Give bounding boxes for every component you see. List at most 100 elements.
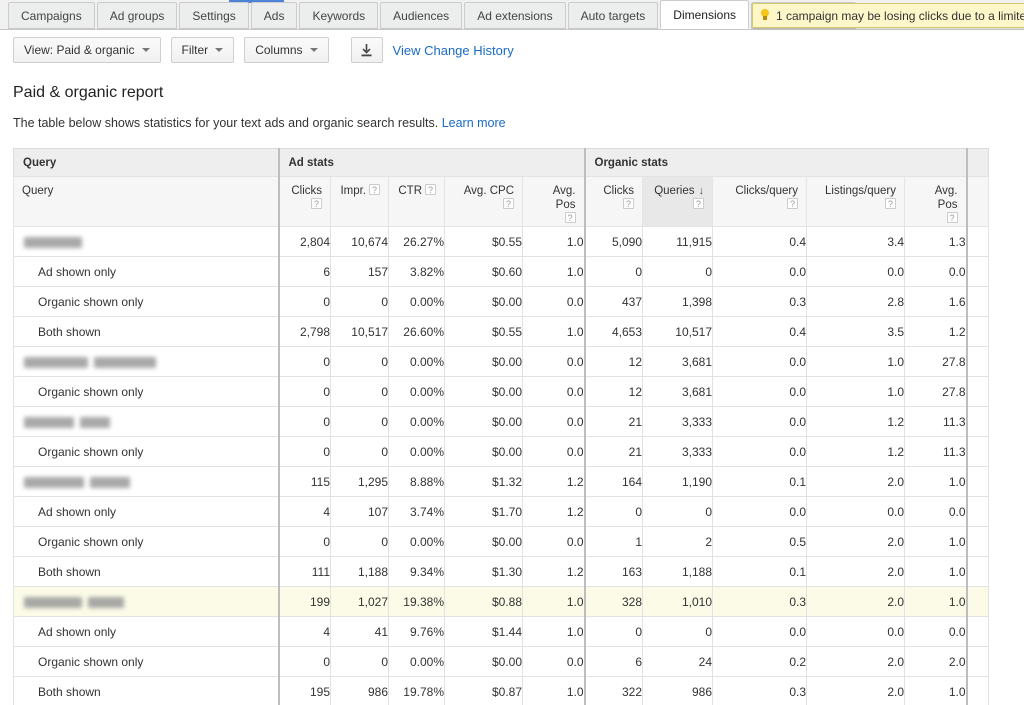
organic-stat-cell: 0.5: [712, 526, 807, 557]
group-header-ad-stats: Ad stats: [277, 148, 585, 177]
table-row[interactable]: 115 1,295 8.88% $1.32 1.2 164 1,190 0.1 2.0 1.0: [13, 466, 989, 497]
column-header-label: Query: [22, 185, 54, 197]
clipped-cell: [965, 256, 989, 287]
organic-stat-cell: 1.0: [904, 676, 967, 705]
table-row[interactable]: Ad shown only 4 41 9.76% $1.44 1.0 0 0 0.0 0.0 0.0: [13, 616, 989, 647]
tab-ad-extensions[interactable]: Ad extensions: [464, 2, 566, 29]
column-header-label: Avg. Pos: [552, 185, 576, 211]
ad-stat-cell: $0.00: [444, 376, 523, 407]
ad-stat-cell: $0.55: [444, 316, 523, 347]
ad-stat-cell: 0: [330, 646, 389, 677]
ad-stat-cell: $0.00: [444, 346, 523, 377]
download-button[interactable]: [350, 37, 383, 63]
chevron-down-icon: [215, 48, 224, 52]
query-cell: Ad shown only: [13, 496, 280, 527]
tab-dimensions[interactable]: Dimensions: [660, 0, 749, 29]
ad-stat-cell: $1.70: [444, 496, 523, 527]
tab-settings[interactable]: Settings: [179, 2, 249, 29]
ad-stat-cell: 111: [277, 556, 331, 587]
ad-stat-cell: 3.74%: [388, 496, 445, 527]
notification-banner[interactable]: 1 campaign may be losing clicks due to a…: [752, 3, 1024, 28]
table-row[interactable]: Both shown 2,798 10,517 26.60% $0.55 1.0 4,653…: [13, 316, 989, 347]
column-header-label: Avg. CPC: [463, 185, 514, 197]
sort-descending-icon[interactable]: ↓: [699, 184, 705, 198]
column-header-avg-pos[interactable]: Avg. Pos?: [522, 176, 585, 227]
organic-stat-cell: 1.2: [904, 316, 967, 347]
organic-stat-cell: 0.0: [712, 616, 807, 647]
table-row[interactable]: Ad shown only 4 107 3.74% $1.70 1.2 0 0 0.0 0.0 0.…: [13, 496, 989, 527]
organic-stat-cell: 1,190: [642, 466, 713, 497]
filter-button[interactable]: Filter: [170, 37, 235, 63]
organic-stat-cell: 4,653: [583, 316, 643, 347]
table-row[interactable]: Both shown 195 986 19.78% $0.87 1.0 322 986 0.3 2…: [13, 676, 989, 705]
table-row[interactable]: Organic shown only 0 0 0.00% $0.00 0.0 437 1,39…: [13, 286, 989, 317]
column-header-clicks-query[interactable]: Clicks/query?: [712, 176, 807, 227]
column-header-clicks[interactable]: Clicks?: [583, 176, 643, 227]
ad-stat-cell: 1.0: [522, 586, 585, 617]
ad-stat-cell: 4: [277, 616, 331, 647]
ad-stat-cell: $0.00: [444, 286, 523, 317]
download-icon: [361, 43, 372, 57]
organic-stat-cell: 2.0: [806, 466, 905, 497]
table-row[interactable]: 0 0 0.00% $0.00 0.0 12 3,681 0.0 1.0 27.8: [13, 346, 989, 377]
group-header-row: Query Ad stats Organic stats: [13, 148, 989, 177]
tab-ad-groups[interactable]: Ad groups: [96, 2, 178, 29]
table-row[interactable]: Organic shown only 0 0 0.00% $0.00 0.0 12 3,681…: [13, 376, 989, 407]
organic-stat-cell: 21: [583, 436, 643, 467]
clipped-cell: [965, 436, 989, 467]
help-icon[interactable]: ?: [564, 212, 576, 223]
column-header-clicks[interactable]: Clicks?: [277, 176, 331, 227]
ad-stat-cell: 10,674: [330, 226, 389, 257]
organic-stat-cell: 3,333: [642, 436, 713, 467]
tab-auto-targets[interactable]: Auto targets: [567, 2, 659, 29]
tab-ads[interactable]: Ads: [250, 2, 298, 29]
tab-keywords[interactable]: Keywords: [299, 2, 379, 29]
organic-stat-cell: 0: [642, 616, 713, 647]
columns-button[interactable]: Columns: [244, 37, 329, 63]
column-header-label: Clicks: [603, 185, 634, 197]
help-icon[interactable]: ?: [311, 198, 322, 209]
tab-audiences[interactable]: Audiences: [380, 2, 463, 29]
column-header-label: Clicks/query: [735, 185, 798, 197]
column-header-query[interactable]: Query: [13, 176, 280, 227]
organic-stat-cell: 0.0: [712, 346, 807, 377]
query-cell: Ad shown only: [13, 256, 280, 287]
ad-stat-cell: $0.00: [444, 406, 523, 437]
help-icon[interactable]: ?: [885, 198, 896, 209]
help-icon[interactable]: ?: [425, 184, 436, 195]
table-row[interactable]: 0 0 0.00% $0.00 0.0 21 3,333 0.0 1.2 11.3: [13, 406, 989, 437]
help-icon[interactable]: ?: [946, 212, 958, 223]
ad-stat-cell: 0: [277, 646, 331, 677]
query-cell: [13, 226, 280, 257]
table-row[interactable]: Organic shown only 0 0 0.00% $0.00 0.0 21 3,333…: [13, 436, 989, 467]
organic-stat-cell: 0.0: [712, 436, 807, 467]
table-row[interactable]: Ad shown only 6 157 3.82% $0.60 1.0 0 0 0.0 0.0 0.…: [13, 256, 989, 287]
column-header-ctr[interactable]: CTR?: [388, 176, 445, 227]
chevron-down-icon: [141, 48, 150, 52]
table-row[interactable]: Organic shown only 0 0 0.00% $0.00 0.0 6 24 0.2 2…: [13, 646, 989, 677]
ad-stat-cell: 0: [277, 406, 331, 437]
view-selector-button[interactable]: View: Paid & organic: [13, 37, 161, 63]
column-header-impr-[interactable]: Impr.?: [330, 176, 389, 227]
tab-campaigns[interactable]: Campaigns: [8, 2, 95, 29]
help-icon[interactable]: ?: [503, 198, 514, 209]
view-change-history-link[interactable]: View Change History: [393, 43, 514, 58]
paid-organic-table-container: Query Ad stats Organic stats Query Clicks? I…: [13, 148, 1024, 705]
help-icon[interactable]: ?: [693, 198, 704, 209]
help-icon[interactable]: ?: [787, 198, 798, 209]
column-header-listings-query[interactable]: Listings/query?: [806, 176, 905, 227]
organic-stat-cell: 2.8: [806, 286, 905, 317]
table-row[interactable]: Organic shown only 0 0 0.00% $0.00 0.0 1 2 0.5 2.…: [13, 526, 989, 557]
column-header-avg-pos[interactable]: Avg. Pos?: [904, 176, 967, 227]
table-row[interactable]: 199 1,027 19.38% $0.88 1.0 328 1,010 0.3 2.0 1.0: [13, 586, 989, 617]
help-icon[interactable]: ?: [369, 184, 380, 195]
column-header-queries[interactable]: Queries ↓?: [642, 176, 713, 227]
organic-stat-cell: 0: [642, 496, 713, 527]
help-icon[interactable]: ?: [623, 198, 634, 209]
organic-stat-cell: 24: [642, 646, 713, 677]
table-row[interactable]: Both shown 111 1,188 9.34% $1.30 1.2 163 1,188 0…: [13, 556, 989, 587]
ad-stat-cell: 2,798: [277, 316, 331, 347]
learn-more-link[interactable]: Learn more: [442, 116, 506, 130]
table-row[interactable]: 2,804 10,674 26.27% $0.55 1.0 5,090 11,915 0.4 3…: [13, 226, 989, 257]
column-header-avg-cpc[interactable]: Avg. CPC?: [444, 176, 523, 227]
